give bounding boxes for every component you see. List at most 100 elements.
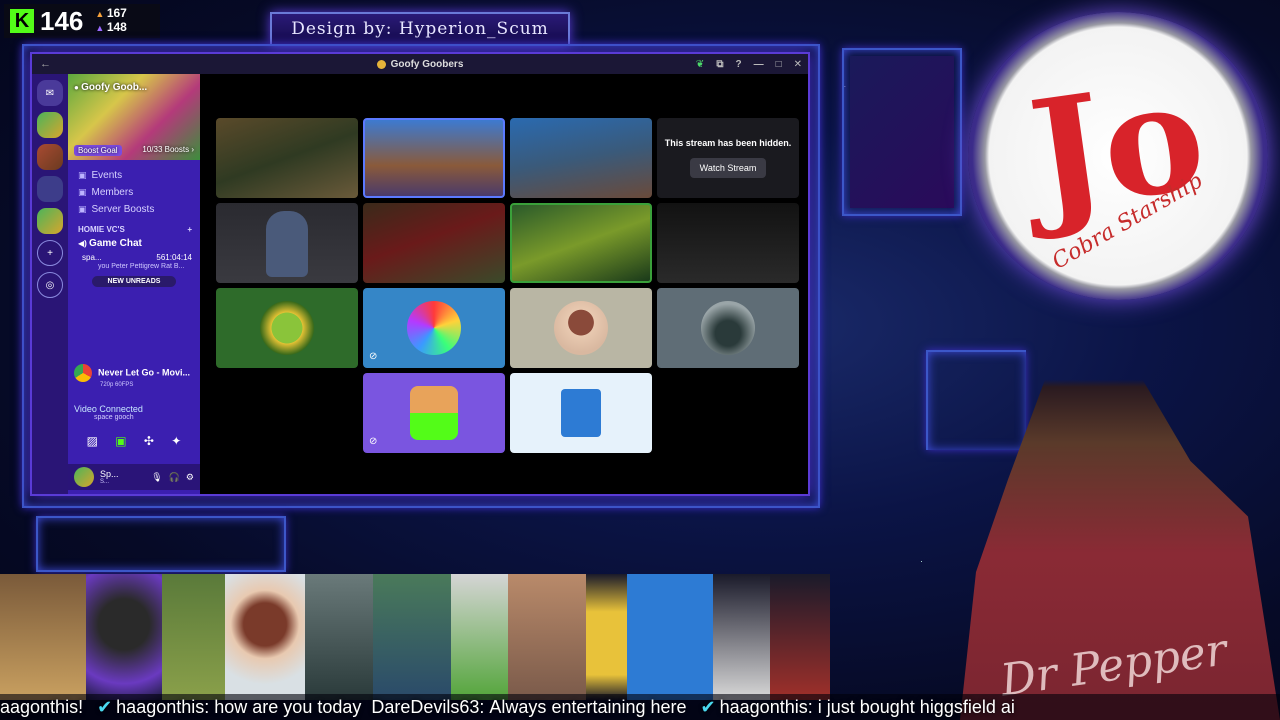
server-folder-icon[interactable]	[37, 176, 63, 202]
maximize-icon[interactable]: □	[776, 59, 782, 70]
server-name[interactable]: Goofy Goob...	[74, 82, 147, 93]
stream-tile-2[interactable]	[363, 118, 505, 198]
channel-panel: Goofy Goob... Boost Goal 10/33 Boosts › …	[68, 74, 200, 494]
discover-icon[interactable]: ◎	[37, 272, 63, 298]
participant-tile-kick[interactable]: ⊘	[363, 373, 505, 453]
participant-tile-rainbow[interactable]: ⊘	[363, 288, 505, 368]
server-icon-2[interactable]	[37, 144, 63, 170]
participant-tile-doc[interactable]	[510, 373, 652, 453]
help-icon[interactable]: ?	[735, 59, 741, 70]
avatar[interactable]	[74, 467, 94, 487]
activity-title: Never Let Go - Movi...	[98, 367, 191, 378]
strip-avatar	[0, 574, 86, 700]
stream-tile-7[interactable]	[510, 203, 652, 283]
participant-tile-tree[interactable]	[657, 288, 799, 368]
activity-panel[interactable]: Never Let Go - Movi... 720p 60FPS	[68, 360, 200, 392]
participant-tile-pepe[interactable]	[216, 288, 358, 368]
voice-channel-game-chat[interactable]: Game Chat	[68, 234, 200, 249]
voice-actions: ▨ ▣ ✣ ✦	[68, 434, 200, 448]
activity-sub: 720p 60FPS	[100, 382, 134, 388]
popout-icon[interactable]: ⧉	[716, 59, 723, 70]
chat-badge-icon: ✔	[97, 696, 113, 717]
kick-character-avatar	[410, 386, 458, 440]
hidden-stream-tile: This stream has been hidden. Watch Strea…	[657, 118, 799, 198]
mic-icon[interactable]: 🎙	[151, 472, 162, 483]
boost-goal-label: Boost Goal	[74, 145, 122, 156]
avatar-strip	[0, 574, 831, 700]
stream-tile-5[interactable]	[216, 203, 358, 283]
voice-category[interactable]: HOMIE VC'S +	[68, 215, 200, 234]
close-icon[interactable]: ✕	[794, 59, 802, 70]
voice-status-panel: Video Connected space gooch	[68, 400, 200, 425]
server-rail: ✉ + ◎	[32, 74, 68, 494]
design-credit-banner: Design by: Hyperion_Scum	[270, 12, 570, 46]
stream-tile-1[interactable]	[216, 118, 358, 198]
watch-stream-button[interactable]: Watch Stream	[689, 158, 767, 178]
strip-avatar	[626, 574, 713, 700]
settings-gear-icon[interactable]: ⚙	[186, 472, 194, 483]
soundboard-icon[interactable]: ✦	[171, 434, 181, 448]
strip-avatar	[224, 574, 305, 700]
strip-avatar	[451, 574, 508, 700]
tree-avatar	[701, 301, 755, 355]
voice-user-row[interactable]: spa... 561:04:14	[68, 249, 200, 262]
cobra-starship-logo: Jo Cobra Starship	[968, 12, 1268, 300]
server-goofy-goobers-icon[interactable]	[37, 112, 63, 138]
stream-tile-3[interactable]	[510, 118, 652, 198]
deafened-icon: ⊘	[369, 351, 378, 362]
minimize-icon[interactable]: —	[754, 59, 764, 70]
corner-frame-deco	[926, 350, 1026, 450]
headphones-icon[interactable]: 🎧	[169, 472, 180, 483]
strip-avatar	[304, 574, 374, 700]
server-icon-kick[interactable]	[37, 208, 63, 234]
screen-share-icon[interactable]: ▣	[115, 434, 126, 448]
add-channel-icon[interactable]: +	[187, 225, 192, 234]
user-name: Sp...	[100, 469, 119, 479]
chrome-icon	[74, 364, 92, 382]
add-server-icon[interactable]: +	[37, 240, 63, 266]
nav-members[interactable]: Members	[78, 187, 192, 198]
voice-status-label: Video Connected	[74, 404, 143, 414]
dna-image	[850, 56, 954, 208]
camera-off-icon[interactable]: ▨	[87, 434, 98, 448]
ticker-message: aagonthis!	[0, 696, 84, 717]
server-icon	[376, 59, 386, 69]
strip-avatar	[507, 574, 586, 700]
hidden-stream-text: This stream has been hidden.	[664, 138, 792, 148]
rainbow-avatar	[407, 301, 461, 355]
participant-tile-girl[interactable]	[510, 288, 652, 368]
window-titlebar: ← Goofy Goobers ❦ ⧉ ? — □ ✕	[32, 54, 808, 74]
strip-avatar	[712, 574, 770, 700]
boost-row[interactable]: Boost Goal 10/33 Boosts ›	[74, 145, 194, 156]
new-unreads-button[interactable]: NEW UNREADS	[92, 276, 176, 287]
stream-tile-8[interactable]	[657, 203, 799, 283]
user-panel: Sp... S... 🎙 🎧 ⚙	[68, 464, 200, 490]
user-name-block[interactable]: Sp... S...	[100, 469, 119, 485]
activities-icon[interactable]: ✣	[144, 434, 154, 448]
window-title: Goofy Goobers	[390, 58, 464, 70]
strip-avatar	[373, 574, 452, 700]
stream-tile-6[interactable]	[363, 203, 505, 283]
nav-events[interactable]: Events	[78, 170, 192, 181]
ticker-username: DareDevils63	[371, 696, 480, 717]
strip-avatar	[85, 574, 163, 700]
stats-column: 167 148	[95, 7, 127, 35]
strip-avatar	[769, 574, 831, 700]
category-label: HOMIE VC'S	[78, 225, 125, 234]
back-arrow-icon[interactable]: ←	[40, 58, 51, 70]
pepe-avatar	[260, 301, 314, 355]
stream-area: This stream has been hidden. Watch Strea…	[200, 74, 808, 494]
strip-avatar	[585, 574, 627, 700]
server-banner: Goofy Goob... Boost Goal 10/33 Boosts ›	[68, 74, 200, 160]
boost-count: 10/33 Boosts ›	[142, 145, 194, 154]
voice-user-activity: you Peter Pettigrew Rat B...	[98, 263, 185, 270]
chat-ticker: aagonthis! ✔ haagonthis: how are you tod…	[0, 694, 1280, 720]
nav-server-boosts[interactable]: Server Boosts	[78, 204, 192, 215]
ticker-message: i just bought higgsfield ai	[817, 696, 1015, 717]
leaf-icon[interactable]: ❦	[696, 59, 704, 70]
grid-spacer	[216, 373, 358, 453]
discord-window: ← Goofy Goobers ❦ ⧉ ? — □ ✕ ✉ + ◎ Goofy …	[30, 52, 810, 496]
direct-messages-icon[interactable]: ✉	[37, 80, 63, 106]
document-speaker-avatar	[561, 389, 601, 437]
ticker-message: how are you today	[214, 696, 362, 717]
